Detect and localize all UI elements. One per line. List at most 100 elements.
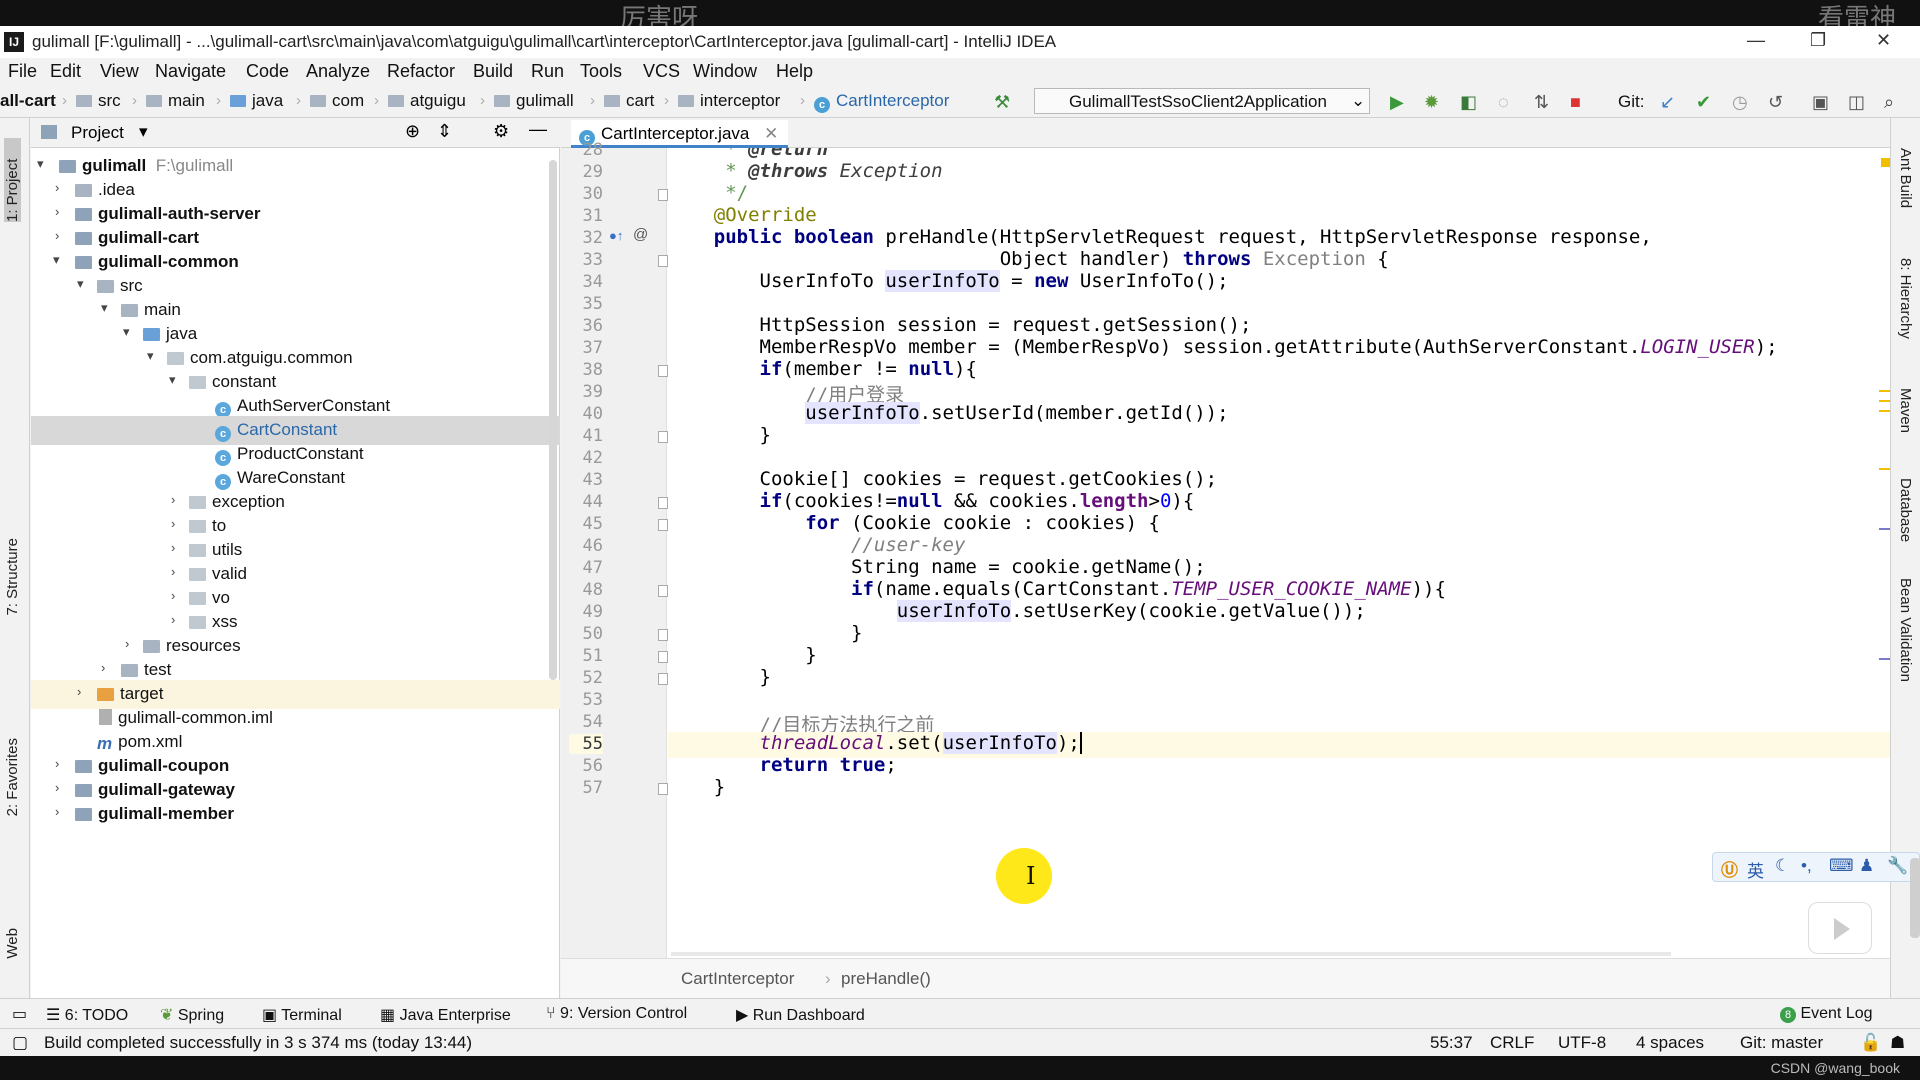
- fold-marker-icon[interactable]: [658, 519, 668, 531]
- tool-event-log[interactable]: 8 Event Log: [1780, 1005, 1873, 1023]
- breadcrumb-method[interactable]: preHandle(): [841, 969, 931, 989]
- git-branch[interactable]: Git: master: [1740, 1033, 1823, 1053]
- chevron-right-icon[interactable]: ›: [77, 684, 81, 699]
- ime-logo-icon[interactable]: Ⓤ: [1721, 856, 1738, 881]
- menu-analyze[interactable]: Analyze: [306, 61, 370, 82]
- menu-help[interactable]: Help: [776, 61, 813, 82]
- chevron-right-icon[interactable]: ›: [101, 660, 105, 675]
- punctuation-icon[interactable]: •,: [1801, 856, 1812, 876]
- menu-navigate[interactable]: Navigate: [155, 61, 226, 82]
- moon-icon[interactable]: ☾: [1775, 856, 1790, 876]
- breadcrumb-class[interactable]: CartInterceptor: [681, 969, 794, 989]
- horizontal-scrollbar[interactable]: [671, 952, 1671, 956]
- nav-crumb-gulimall[interactable]: gulimall: [494, 91, 574, 111]
- override-marker-icon[interactable]: ●↑: [609, 228, 623, 243]
- run-icon[interactable]: ▶: [1390, 92, 1404, 113]
- menu-code[interactable]: Code: [246, 61, 289, 82]
- search-icon[interactable]: ⌕: [1884, 92, 1894, 113]
- menu-refactor[interactable]: Refactor: [387, 61, 455, 82]
- error-stripe-mark[interactable]: [1879, 390, 1890, 392]
- build-hammer-icon[interactable]: ⚒: [994, 92, 1010, 113]
- tab-structure[interactable]: 7: Structure: [4, 538, 21, 616]
- fold-marker-icon[interactable]: [658, 585, 668, 597]
- menu-vcs[interactable]: VCS: [643, 61, 680, 82]
- warning-indicator-icon[interactable]: [1881, 158, 1890, 167]
- error-stripe-mark[interactable]: [1879, 658, 1890, 660]
- side-scroll-handle[interactable]: [1910, 858, 1920, 938]
- ime-language-toggle[interactable]: 英: [1747, 857, 1764, 882]
- tab-maven[interactable]: Maven: [1897, 388, 1914, 433]
- attach-icon[interactable]: ⇅: [1534, 92, 1549, 113]
- chevron-down-icon[interactable]: ▾: [139, 122, 148, 142]
- tool-terminal[interactable]: ▣ Terminal: [262, 1005, 342, 1025]
- chevron-down-icon[interactable]: ▾: [53, 252, 60, 268]
- tool-run-dashboard[interactable]: ▶ Run Dashboard: [736, 1005, 865, 1025]
- nav-crumb-interceptor[interactable]: interceptor: [678, 91, 780, 111]
- chevron-right-icon[interactable]: ›: [55, 780, 59, 795]
- chevron-down-icon[interactable]: ▾: [147, 348, 154, 364]
- run-configuration-select[interactable]: GulimallTestSsoClient2Application ⌄: [1034, 88, 1370, 114]
- hide-panel-icon[interactable]: —: [529, 119, 547, 140]
- profile-icon[interactable]: ◌: [1498, 92, 1509, 113]
- history-icon[interactable]: ◷: [1732, 92, 1748, 113]
- tab-bean-validation[interactable]: Bean Validation: [1897, 578, 1914, 682]
- error-stripe-mark[interactable]: [1879, 410, 1890, 412]
- fold-marker-icon[interactable]: [658, 365, 668, 377]
- tool-windows-icon[interactable]: ▭: [12, 1004, 27, 1024]
- minimize-icon[interactable]: —: [1747, 30, 1765, 51]
- indent-setting[interactable]: 4 spaces: [1636, 1033, 1704, 1053]
- caret-position[interactable]: 55:37: [1430, 1033, 1473, 1053]
- tool-version-control[interactable]: ⑂ 9: Version Control: [546, 1005, 687, 1023]
- notifications-icon[interactable]: ☗: [1890, 1033, 1905, 1053]
- wrench-icon[interactable]: 🔧: [1887, 856, 1908, 876]
- nav-crumb-com[interactable]: com: [310, 91, 364, 111]
- menu-build[interactable]: Build: [473, 61, 513, 82]
- code-area[interactable]: * @return * @throws Exception */ @Overri…: [668, 148, 1890, 958]
- nav-crumb-module[interactable]: all-cart: [0, 91, 56, 111]
- lock-icon[interactable]: 🔓: [1860, 1033, 1881, 1053]
- project-structure-icon[interactable]: ▣: [1812, 92, 1829, 113]
- error-stripe-mark[interactable]: [1879, 468, 1890, 470]
- chevron-right-icon[interactable]: ›: [171, 564, 175, 579]
- tool-java-enterprise[interactable]: ▦ Java Enterprise: [380, 1005, 511, 1025]
- chevron-right-icon[interactable]: ›: [171, 588, 175, 603]
- tool-spring[interactable]: ❦ Spring: [160, 1005, 224, 1025]
- tab-database[interactable]: Database: [1897, 478, 1914, 542]
- chevron-right-icon[interactable]: ›: [171, 612, 175, 627]
- nav-crumb-class[interactable]: c CartInterceptor: [814, 91, 949, 113]
- stop-icon[interactable]: ■: [1570, 92, 1581, 113]
- tree-item[interactable]: › gulimall-member: [31, 800, 560, 829]
- vcs-update-icon[interactable]: ↙: [1660, 92, 1675, 113]
- chevron-right-icon[interactable]: ›: [171, 540, 175, 555]
- locate-icon[interactable]: ⊕: [405, 121, 420, 142]
- tree-scrollbar[interactable]: [549, 160, 557, 680]
- chevron-right-icon[interactable]: ›: [125, 636, 129, 651]
- chevron-right-icon[interactable]: ›: [55, 180, 59, 195]
- fold-marker-icon[interactable]: [658, 673, 668, 685]
- close-icon[interactable]: ✕: [1876, 30, 1891, 51]
- chevron-down-icon[interactable]: ▾: [123, 324, 130, 340]
- fold-marker-icon[interactable]: [658, 629, 668, 641]
- chevron-right-icon[interactable]: ›: [55, 228, 59, 243]
- nav-crumb-java[interactable]: java: [230, 91, 283, 111]
- file-encoding[interactable]: UTF-8: [1558, 1033, 1606, 1053]
- chevron-right-icon[interactable]: ›: [171, 516, 175, 531]
- fold-marker-icon[interactable]: [658, 255, 668, 267]
- fold-marker-icon[interactable]: [658, 431, 668, 443]
- keyboard-icon[interactable]: ⌨: [1829, 856, 1854, 876]
- maximize-icon[interactable]: ❐: [1810, 30, 1826, 51]
- error-stripe-mark[interactable]: [1879, 528, 1890, 530]
- coverage-icon[interactable]: ◧: [1460, 92, 1477, 113]
- chevron-down-icon[interactable]: ▾: [37, 156, 44, 172]
- tab-ant-build[interactable]: Ant Build: [1897, 148, 1914, 208]
- tab-web[interactable]: Web: [4, 928, 21, 959]
- layout-icon[interactable]: ◫: [1848, 92, 1865, 113]
- chevron-right-icon[interactable]: ›: [171, 492, 175, 507]
- nav-crumb-src[interactable]: src: [76, 91, 121, 111]
- menu-run[interactable]: Run: [531, 61, 564, 82]
- fold-marker-icon[interactable]: [658, 497, 668, 509]
- tab-favorites[interactable]: 2: Favorites: [4, 738, 21, 816]
- gear-icon[interactable]: ⚙: [493, 121, 509, 142]
- user-icon[interactable]: ♟: [1859, 856, 1874, 876]
- close-tab-icon[interactable]: ✕: [764, 124, 778, 143]
